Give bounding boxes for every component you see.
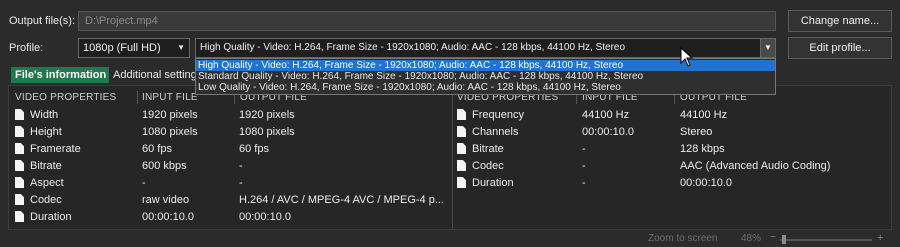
table-row: Frequency xyxy=(457,107,524,124)
table-row: Duration xyxy=(457,175,514,192)
table-cell: 00:00:10.0 xyxy=(239,211,291,223)
table-cell: 00:00:10.0 xyxy=(142,211,194,223)
dropdown-option-low-quality[interactable]: Low Quality - Video: H.264, Frame Size -… xyxy=(196,82,775,93)
table-cell: - xyxy=(142,177,146,189)
zoom-slider-handle[interactable] xyxy=(782,235,786,244)
file-icon xyxy=(457,177,466,188)
status-bar: Zoom to screen 48% − + xyxy=(0,232,900,247)
table-row: Bitrate xyxy=(457,141,504,158)
table-cell: 60 fps xyxy=(142,143,172,155)
video-props-header: VIDEO PROPERTIES xyxy=(15,92,117,103)
table-row: Height xyxy=(15,124,62,141)
file-icon xyxy=(15,126,24,137)
file-icon xyxy=(457,143,466,154)
profile-label: Profile: xyxy=(9,42,44,54)
table-cell: Stereo xyxy=(680,126,713,138)
table-cell: 1920 pixels xyxy=(239,109,295,121)
change-name-button[interactable]: Change name... xyxy=(788,10,892,32)
preset-select-value: 1080p (Full HD) xyxy=(83,42,161,54)
zoom-label: Zoom to screen xyxy=(648,233,718,244)
file-info-panel: VIDEO PROPERTIES INPUT FILE OUTPUT FILE … xyxy=(8,85,892,230)
tab-additional-settings-label: Additional settings xyxy=(113,69,199,81)
table-cell: 00:00:10.0 xyxy=(582,126,634,138)
zoom-slider[interactable] xyxy=(780,235,872,244)
file-icon xyxy=(15,177,24,188)
table-row: Bitrate xyxy=(15,158,62,175)
panel-divider xyxy=(452,86,453,229)
file-icon xyxy=(15,160,24,171)
table-cell: 44100 Hz xyxy=(680,109,728,121)
table-cell: 60 fps xyxy=(239,143,269,155)
quality-select-value: High Quality - Video: H.264, Frame Size … xyxy=(200,42,626,53)
table-cell: - xyxy=(582,143,586,155)
file-icon xyxy=(15,194,24,205)
file-icon xyxy=(457,109,466,120)
file-icon xyxy=(457,126,466,137)
tab-files-information[interactable]: File's information xyxy=(11,67,111,83)
mouse-cursor-icon xyxy=(680,47,694,67)
file-icon xyxy=(457,160,466,171)
dropdown-option-standard-quality[interactable]: Standard Quality - Video: H.264, Frame S… xyxy=(196,71,775,82)
table-cell: - xyxy=(582,160,586,172)
table-row: Width xyxy=(15,107,58,124)
table-cell: AAC (Advanced Audio Coding) xyxy=(680,160,831,172)
table-row: Framerate xyxy=(15,141,81,158)
table-row: Codec xyxy=(457,158,504,175)
table-cell: 128 kbps xyxy=(680,143,725,155)
chevron-down-icon: ▼ xyxy=(760,39,775,57)
zoom-out-button[interactable]: − xyxy=(770,232,776,243)
table-cell: 44100 Hz xyxy=(582,109,630,121)
output-file-label: Output file(s): xyxy=(9,15,76,27)
table-cell: H.264 / AVC / MPEG-4 AVC / MPEG-4 p... xyxy=(239,194,444,206)
video-input-header: INPUT FILE xyxy=(142,92,198,103)
table-cell: - xyxy=(582,177,586,189)
table-row: Aspect xyxy=(15,175,64,192)
table-cell: 1080 pixels xyxy=(142,126,198,138)
table-row: Codec xyxy=(15,192,62,209)
table-cell: - xyxy=(239,177,243,189)
tab-additional-settings[interactable]: Additional settings xyxy=(109,67,199,83)
table-row: Channels xyxy=(457,124,518,141)
chevron-down-icon: ▼ xyxy=(177,43,185,52)
edit-profile-button[interactable]: Edit profile... xyxy=(788,37,892,59)
table-cell: 00:00:10.0 xyxy=(680,177,732,189)
table-row: Duration xyxy=(15,209,72,226)
file-icon xyxy=(15,109,24,120)
zoom-in-button[interactable]: + xyxy=(877,232,883,244)
output-path-field[interactable]: D:\Project.mp4 xyxy=(78,11,776,31)
table-cell: - xyxy=(239,160,243,172)
table-cell: 1080 pixels xyxy=(239,126,295,138)
zoom-value: 48% xyxy=(741,233,762,244)
preset-select[interactable]: 1080p (Full HD) ▼ xyxy=(78,38,190,58)
table-cell: 1920 pixels xyxy=(142,109,198,121)
table-cell: raw video xyxy=(142,194,190,206)
file-icon xyxy=(15,143,24,154)
header-divider xyxy=(137,91,138,104)
file-icon xyxy=(15,211,24,222)
table-cell: 600 kbps xyxy=(142,160,187,172)
